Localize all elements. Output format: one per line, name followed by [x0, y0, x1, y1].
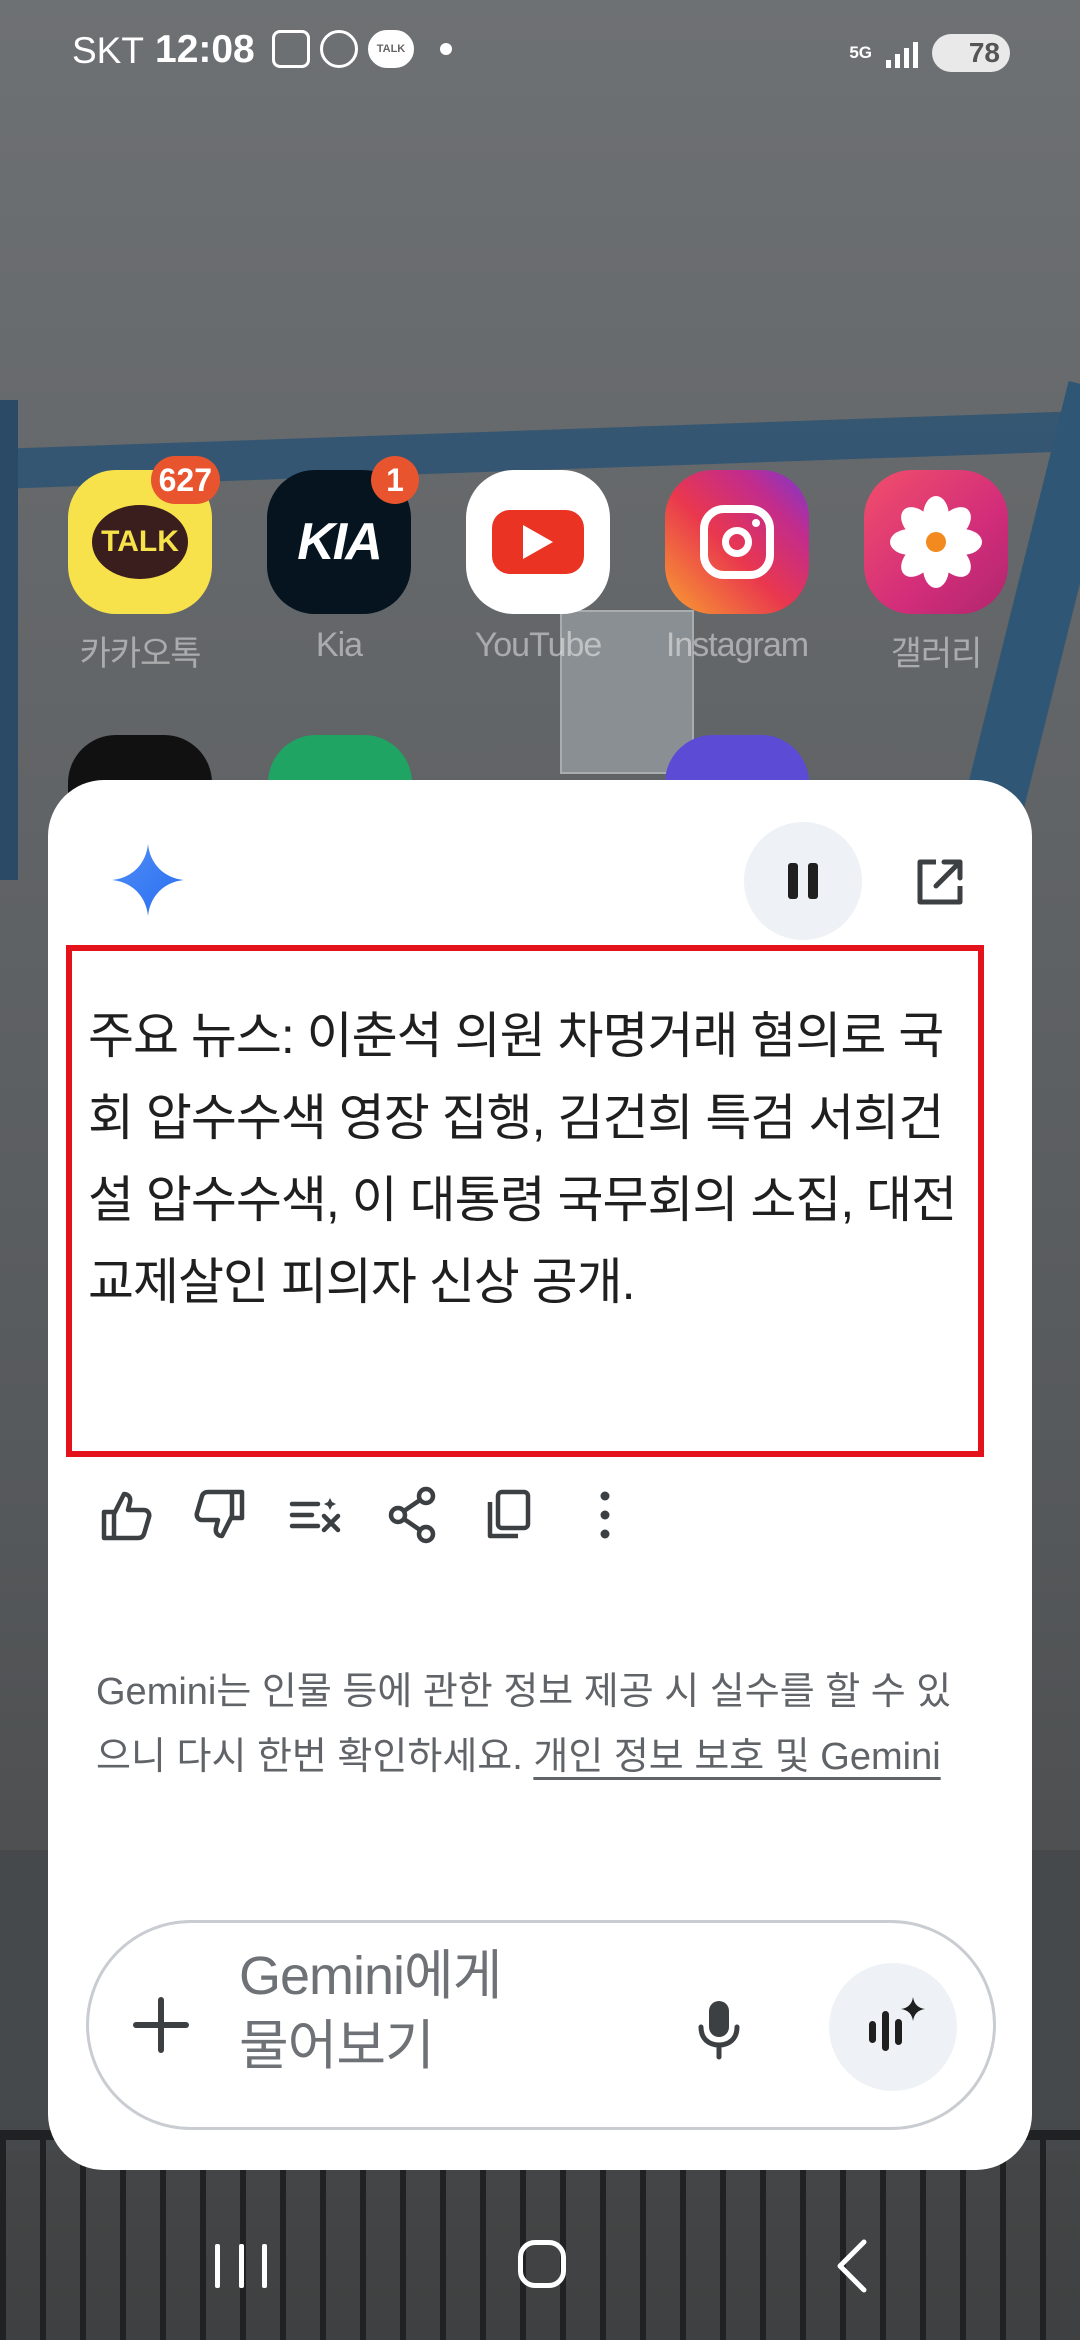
gemini-live-button[interactable]	[829, 1963, 957, 2091]
camera-glyph	[700, 505, 774, 579]
modify-response-icon[interactable]	[282, 1480, 352, 1550]
prompt-placeholder: Gemini에게 물어보기	[239, 1946, 502, 2076]
notification-badge: 627	[150, 456, 220, 504]
gemini-response-text: 주요 뉴스: 이춘석 의원 차명거래 혐의로 국회 압수수색 영장 집행, 김건…	[88, 1008, 957, 1310]
response-highlight-box: 주요 뉴스: 이춘석 의원 차명거래 혐의로 국회 압수수색 영장 집행, 김건…	[66, 945, 984, 1457]
open-in-app-icon[interactable]	[910, 852, 970, 912]
thumbs-up-icon[interactable]	[90, 1480, 160, 1550]
gemini-sparkle-icon	[112, 844, 184, 916]
carrier-label: SKT	[72, 30, 144, 71]
prompt-input[interactable]: Gemini에게 물어보기	[86, 1920, 996, 2130]
pause-icon	[788, 863, 798, 899]
flower-icon	[890, 496, 982, 588]
battery-icon: 78	[932, 34, 1010, 72]
navigation-bar	[0, 2200, 1080, 2340]
screenshot-icon	[272, 30, 310, 68]
thumbs-down-icon[interactable]	[186, 1480, 256, 1550]
location-face-icon	[320, 30, 358, 68]
signal-icon	[886, 38, 918, 68]
gemini-disclaimer: Gemini는 인물 등에 관한 정보 제공 시 실수를 할 수 있으니 다시 …	[96, 1660, 976, 1790]
app-youtube[interactable]: YouTube	[463, 470, 613, 665]
copy-icon[interactable]	[474, 1480, 544, 1550]
pause-button[interactable]	[744, 822, 862, 940]
instagram-icon	[665, 470, 809, 614]
app-gallery[interactable]: 갤러리	[861, 470, 1011, 675]
app-label: Kia	[315, 626, 363, 664]
dot-icon	[440, 43, 452, 55]
gallery-icon	[864, 470, 1008, 614]
app-label: 카카오톡	[79, 635, 201, 673]
microphone-icon[interactable]	[687, 1993, 751, 2063]
more-options-icon[interactable]	[570, 1480, 640, 1550]
share-icon[interactable]	[378, 1480, 448, 1550]
app-label: YouTube	[474, 626, 603, 664]
app-kakaotalk[interactable]: TALK 627 카카오톡	[65, 456, 220, 675]
system-indicators: 5G 78	[849, 34, 1010, 72]
back-icon[interactable]	[832, 2238, 872, 2294]
status-bar: SKT 12:08 TALK 5G 78	[0, 0, 1080, 110]
kakaotalk-icon: TALK	[368, 30, 414, 68]
app-label: 갤러리	[890, 635, 983, 673]
app-kia[interactable]: KIA 1 Kia	[264, 456, 419, 665]
add-attachment-button[interactable]	[131, 1995, 191, 2055]
pause-icon	[808, 863, 818, 899]
notification-icons: TALK	[272, 30, 452, 68]
clock: 12:08	[155, 28, 255, 71]
home-icon[interactable]	[518, 2240, 566, 2288]
recent-apps-icon[interactable]	[215, 2244, 267, 2288]
network-5g-icon: 5G	[849, 43, 872, 62]
youtube-icon	[466, 470, 610, 614]
kia-logo: KIA	[297, 513, 383, 571]
app-label: Instagram	[665, 626, 809, 664]
gemini-overlay-panel: 주요 뉴스: 이춘석 의원 차명거래 혐의로 국회 압수수색 영장 집행, 김건…	[48, 780, 1032, 2170]
app-instagram[interactable]: Instagram	[662, 470, 812, 665]
home-app-row: TALK 627 카카오톡 KIA 1 Kia YouTube Instagra…	[0, 456, 1080, 690]
response-actions	[90, 1480, 990, 1550]
privacy-link[interactable]: 개인 정보 보호 및 Gemini	[533, 1736, 940, 1778]
notification-badge: 1	[371, 456, 419, 504]
kia-icon: KIA 1	[267, 456, 419, 614]
kakaotalk-icon: TALK 627	[68, 456, 220, 614]
talk-bubble: TALK	[92, 505, 188, 579]
play-icon	[492, 510, 584, 574]
